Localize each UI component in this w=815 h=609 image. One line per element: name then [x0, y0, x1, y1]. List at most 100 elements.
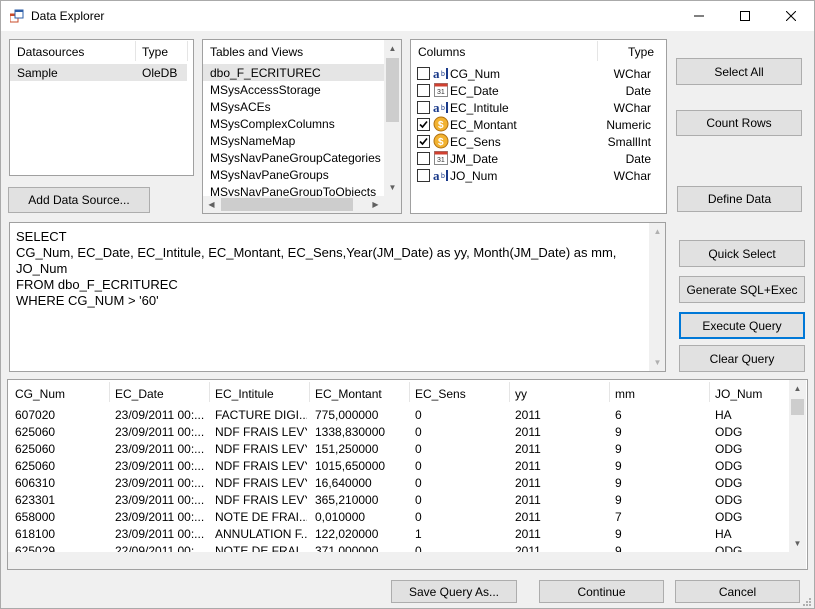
scroll-down-icon[interactable]: ▼	[789, 535, 806, 552]
table-cell: 23/09/2011 00:...	[115, 493, 205, 507]
table-list-item[interactable]: MSysComplexColumns	[203, 115, 384, 132]
column-checkbox[interactable]	[417, 101, 430, 114]
close-button[interactable]	[768, 1, 814, 31]
column-checkbox[interactable]	[417, 169, 430, 182]
table-list-item[interactable]: MSysNavPaneGroups	[203, 166, 384, 183]
sql-vertical-scrollbar[interactable]: ▲ ▼	[649, 223, 665, 371]
resize-grip-icon[interactable]	[802, 597, 812, 607]
table-cell: ANNULATION F...	[215, 527, 307, 541]
column-type: SmallInt	[607, 135, 651, 149]
column-checkbox[interactable]	[417, 84, 430, 97]
sql-query-editor[interactable]: SELECT CG_Num, EC_Date, EC_Intitule, EC_M…	[9, 222, 666, 372]
table-row[interactable]: 606310 23/09/2011 00:... NDF FRAIS LEVY 16,…	[8, 474, 793, 492]
scroll-up-icon[interactable]: ▲	[384, 40, 401, 57]
table-cell: 7	[615, 510, 622, 524]
table-row[interactable]: 625060 23/09/2011 00:... NDF FRAIS LEVY 133…	[8, 423, 793, 441]
table-cell: 775,000000	[315, 408, 379, 422]
table-cell: NOTE DE FRAI...	[215, 510, 307, 524]
table-list-item[interactable]: MSysNameMap	[203, 132, 384, 149]
results-column-header[interactable]: yy	[515, 387, 527, 401]
scroll-down-icon[interactable]: ▼	[384, 179, 401, 196]
svg-text:b: b	[441, 105, 445, 112]
column-list-item[interactable]: a b EC_Intitule WChar	[411, 99, 666, 116]
results-column-header[interactable]: JO_Num	[715, 387, 762, 401]
tables-vertical-scrollbar[interactable]: ▲ ▼	[384, 40, 401, 196]
columns-column-header[interactable]: Columns	[418, 45, 465, 59]
quick-select-button[interactable]: Quick Select	[679, 240, 805, 267]
scroll-up-icon[interactable]: ▲	[649, 223, 665, 240]
table-list-item[interactable]: dbo_F_ECRITUREC	[203, 64, 384, 81]
column-list-item[interactable]: $ EC_Montant Numeric	[411, 116, 666, 133]
table-cell: 23/09/2011 00:...	[115, 510, 205, 524]
results-column-header[interactable]: EC_Intitule	[215, 387, 274, 401]
table-cell: 0	[415, 459, 422, 473]
column-checkbox[interactable]	[417, 118, 430, 131]
scroll-thumb[interactable]	[386, 58, 399, 122]
table-row[interactable]: 623301 23/09/2011 00:... NDF FRAIS LEVY 365…	[8, 491, 793, 509]
table-list-item[interactable]: MSysAccessStorage	[203, 81, 384, 98]
table-list-item[interactable]: MSysNavPaneGroupCategories	[203, 149, 384, 166]
results-column-header[interactable]: EC_Sens	[415, 387, 466, 401]
table-row[interactable]: 625060 23/09/2011 00:... NDF FRAIS LEVY 101…	[8, 457, 793, 475]
count-rows-button[interactable]: Count Rows	[676, 110, 802, 136]
minimize-button[interactable]	[676, 1, 722, 31]
tables-horizontal-scrollbar[interactable]: ◀ ▶	[203, 196, 384, 213]
results-column-header[interactable]: EC_Date	[115, 387, 164, 401]
datasources-column-header[interactable]: Datasources	[17, 45, 84, 59]
table-list-item[interactable]: MSysACEs	[203, 98, 384, 115]
column-checkbox[interactable]	[417, 135, 430, 148]
title-bar[interactable]: Data Explorer	[1, 1, 814, 31]
column-name: EC_Date	[450, 84, 499, 98]
column-checkbox[interactable]	[417, 67, 430, 80]
results-column-header[interactable]: CG_Num	[15, 387, 65, 401]
add-data-source-button[interactable]: Add Data Source...	[8, 187, 150, 213]
column-list-item[interactable]: a b JO_Num WChar	[411, 167, 666, 184]
table-cell: 9	[615, 476, 622, 490]
table-cell: 2011	[515, 510, 541, 524]
datasources-list[interactable]: Datasources Type Sample OleDB	[9, 39, 194, 176]
scroll-right-icon[interactable]: ▶	[367, 196, 384, 213]
table-row[interactable]: 658000 23/09/2011 00:... NOTE DE FRAI... 0,…	[8, 508, 793, 526]
sql-text[interactable]: SELECT CG_Num, EC_Date, EC_Intitule, EC_M…	[16, 229, 616, 309]
define-data-button[interactable]: Define Data	[677, 186, 802, 212]
cancel-button[interactable]: Cancel	[675, 580, 800, 603]
generate-sql-exec-button[interactable]: Generate SQL+Exec	[679, 276, 805, 303]
results-column-header[interactable]: mm	[615, 387, 635, 401]
table-row[interactable]: 618100 23/09/2011 00:... ANNULATION F... 12…	[8, 525, 793, 543]
column-type: Date	[625, 152, 651, 166]
column-name: EC_Montant	[450, 118, 517, 132]
datasources-type-header[interactable]: Type	[142, 45, 168, 59]
results-horizontal-scrollbar[interactable]	[8, 552, 789, 569]
table-row[interactable]: 625060 23/09/2011 00:... NDF FRAIS LEVY 151…	[8, 440, 793, 458]
scroll-thumb[interactable]	[221, 198, 353, 211]
save-query-as-button[interactable]: Save Query As...	[391, 580, 517, 603]
tables-column-header[interactable]: Tables and Views	[210, 45, 303, 59]
select-all-button[interactable]: Select All	[676, 58, 802, 85]
results-column-header[interactable]: EC_Montant	[315, 387, 382, 401]
maximize-button[interactable]	[722, 1, 768, 31]
column-list-item[interactable]: 31 JM_Date Date	[411, 150, 666, 167]
datasource-row[interactable]: Sample OleDB	[10, 64, 187, 81]
results-grid[interactable]: CG_Num EC_Date EC_Intitule EC_Montant EC_Sen…	[7, 379, 808, 570]
execute-query-button[interactable]: Execute Query	[679, 312, 805, 339]
table-cell: 0	[415, 476, 422, 490]
scroll-up-icon[interactable]: ▲	[789, 380, 806, 397]
column-list-item[interactable]: a b CG_Num WChar	[411, 65, 666, 82]
scroll-thumb[interactable]	[791, 399, 804, 415]
table-cell: 0	[415, 408, 422, 422]
scroll-left-icon[interactable]: ◀	[203, 196, 220, 213]
continue-button[interactable]: Continue	[539, 580, 664, 603]
scroll-down-icon[interactable]: ▼	[649, 354, 665, 371]
table-cell: HA	[715, 527, 732, 541]
results-vertical-scrollbar[interactable]: ▲ ▼	[789, 380, 806, 552]
table-cell: NDF FRAIS LEVY	[215, 493, 307, 507]
columns-list[interactable]: Columns Type a b CG_Num WChar 31 EC_Date Date a…	[410, 39, 667, 214]
column-list-item[interactable]: $ EC_Sens SmallInt	[411, 133, 666, 150]
table-row[interactable]: 607020 23/09/2011 00:... FACTURE DIGI... 77…	[8, 406, 793, 424]
column-list-item[interactable]: 31 EC_Date Date	[411, 82, 666, 99]
columns-type-header[interactable]: Type	[628, 45, 654, 59]
column-checkbox[interactable]	[417, 152, 430, 165]
tables-views-list[interactable]: Tables and Views dbo_F_ECRITUREC MSysAcce…	[202, 39, 402, 214]
table-cell: 0	[415, 425, 422, 439]
clear-query-button[interactable]: Clear Query	[679, 345, 805, 372]
